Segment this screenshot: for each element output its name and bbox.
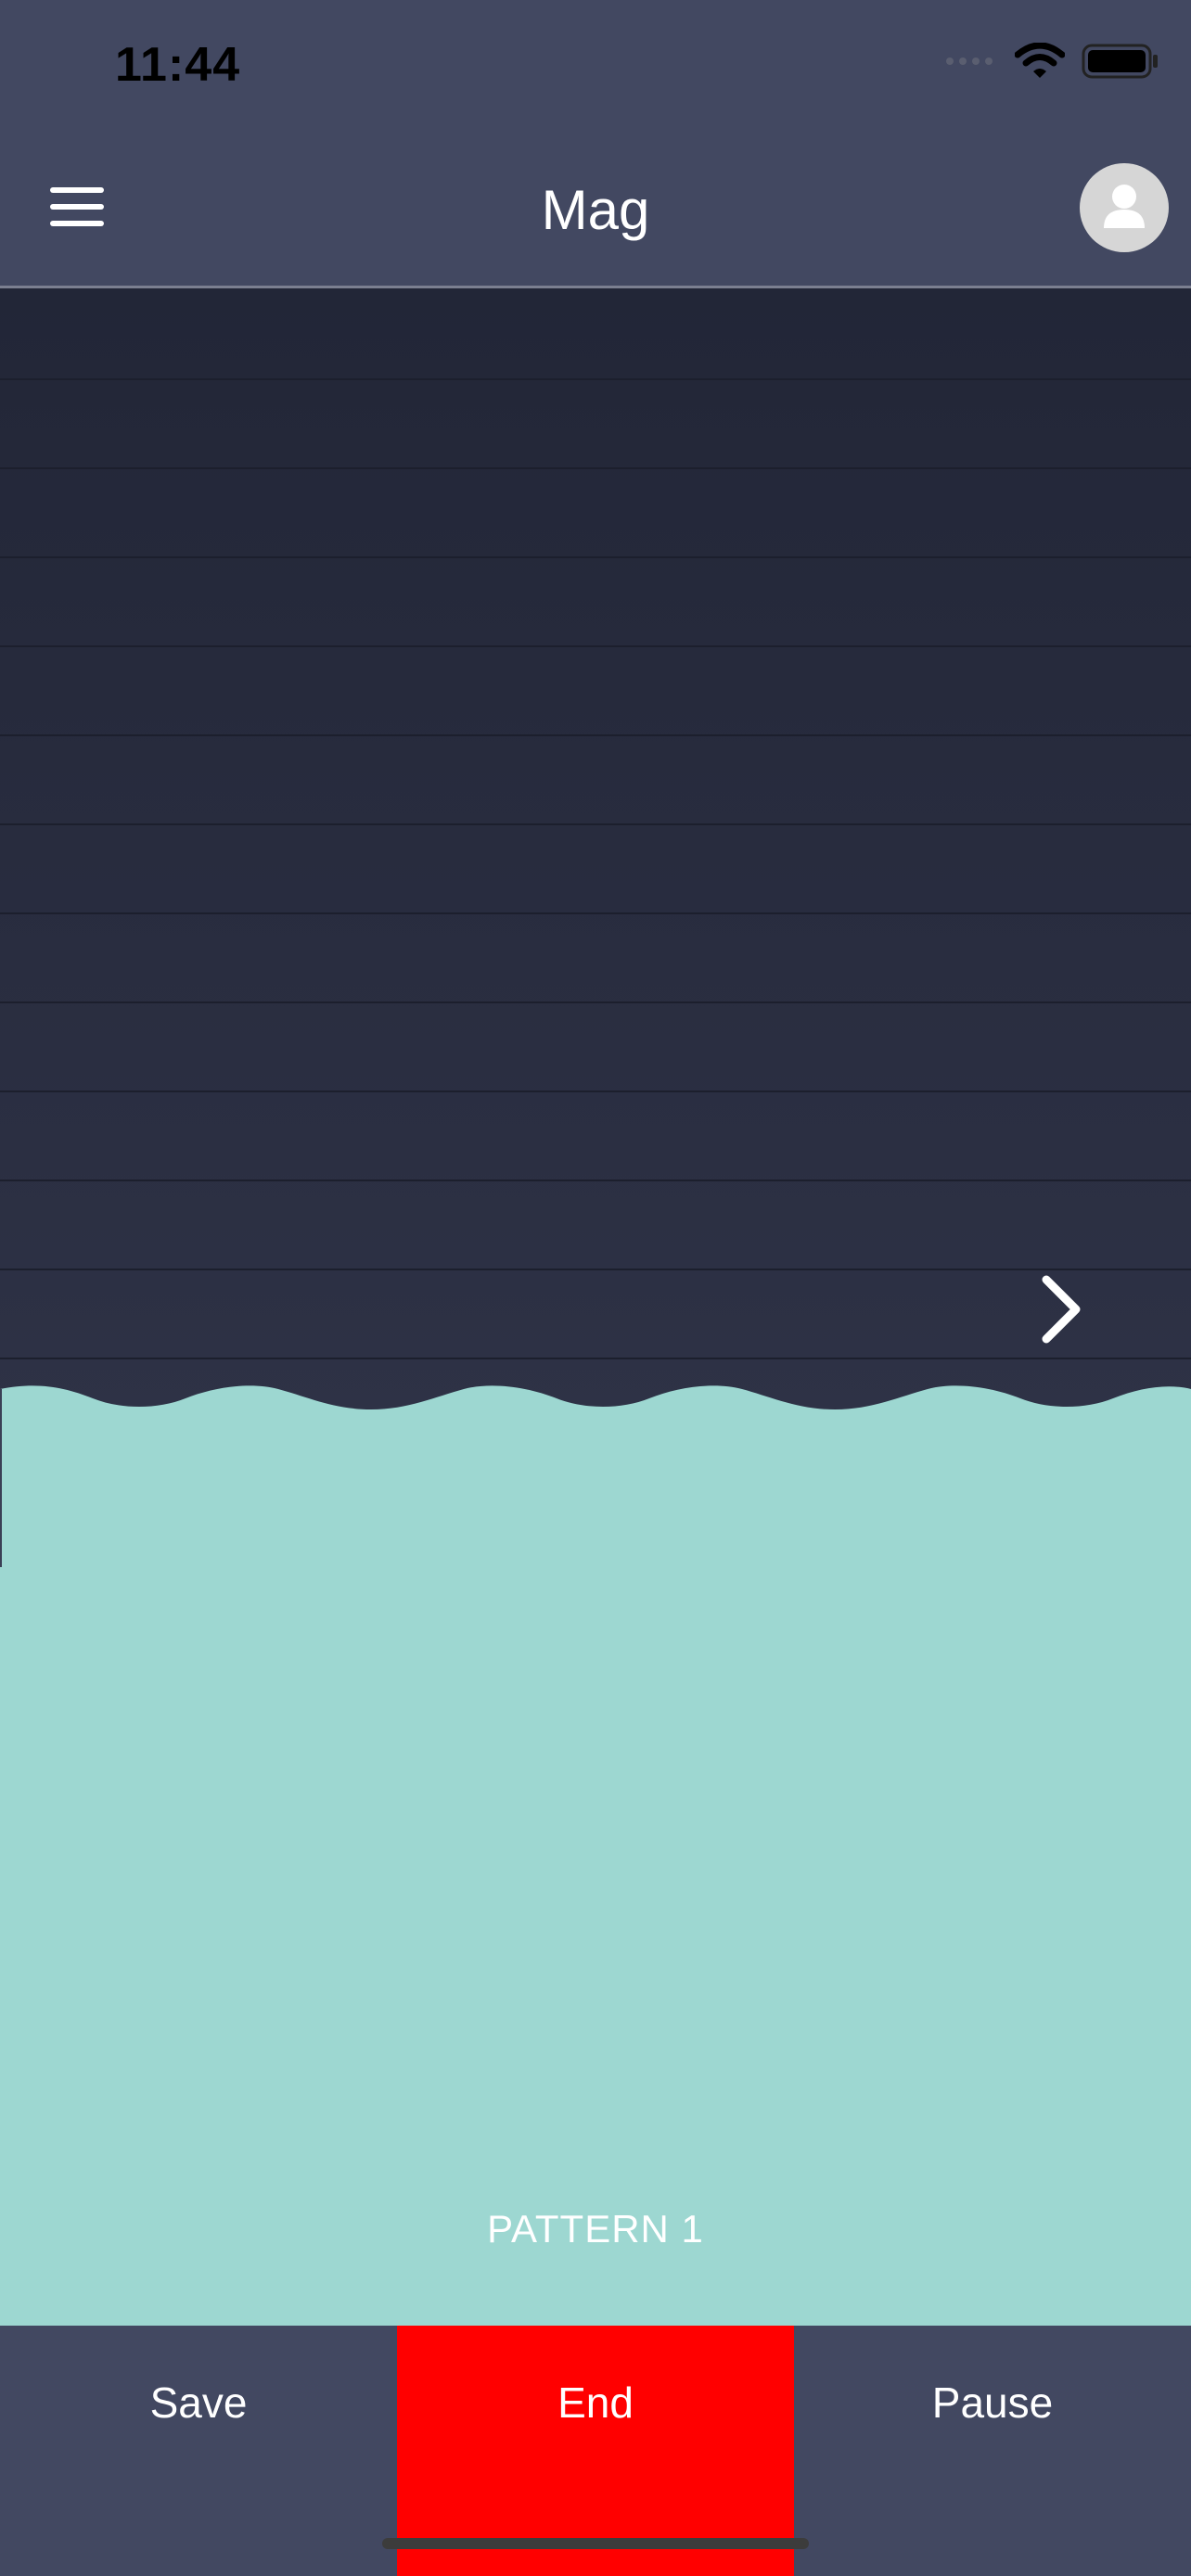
- stripe-separator: [0, 1090, 1191, 1092]
- status-bar: 11:44: [0, 0, 1191, 139]
- avatar-icon: [1104, 185, 1145, 228]
- striped-content: [0, 288, 1191, 1438]
- profile-button[interactable]: [1080, 163, 1169, 252]
- stripe-separator: [0, 823, 1191, 825]
- stripe-separator: [0, 645, 1191, 647]
- stripe-separator: [0, 467, 1191, 469]
- home-indicator: [382, 2538, 809, 2549]
- stripe-separator: [0, 378, 1191, 380]
- wifi-icon: [1015, 43, 1065, 78]
- page-title: Mag: [541, 179, 650, 241]
- stripe-separator: [0, 1180, 1191, 1181]
- save-button[interactable]: Save: [0, 2326, 397, 2576]
- chevron-right-icon[interactable]: [1035, 1272, 1087, 1346]
- stripe-separator: [0, 556, 1191, 558]
- stripe-separator: [0, 1358, 1191, 1359]
- stripe-separator: [0, 1269, 1191, 1270]
- header-bar: Mag: [0, 139, 1191, 288]
- stripe-separator: [0, 912, 1191, 914]
- status-icons: [942, 43, 1159, 80]
- left-edge-line: [0, 1389, 2, 1567]
- wave-fill-area: [0, 1385, 1191, 2326]
- pause-button[interactable]: Pause: [794, 2326, 1191, 2576]
- pattern-label: PATTERN 1: [487, 2207, 704, 2251]
- stripe-separator: [0, 734, 1191, 736]
- battery-icon: [1082, 44, 1158, 79]
- status-time: 11:44: [115, 38, 241, 92]
- cellular-icon: [946, 57, 992, 65]
- stripe-separator: [0, 1001, 1191, 1003]
